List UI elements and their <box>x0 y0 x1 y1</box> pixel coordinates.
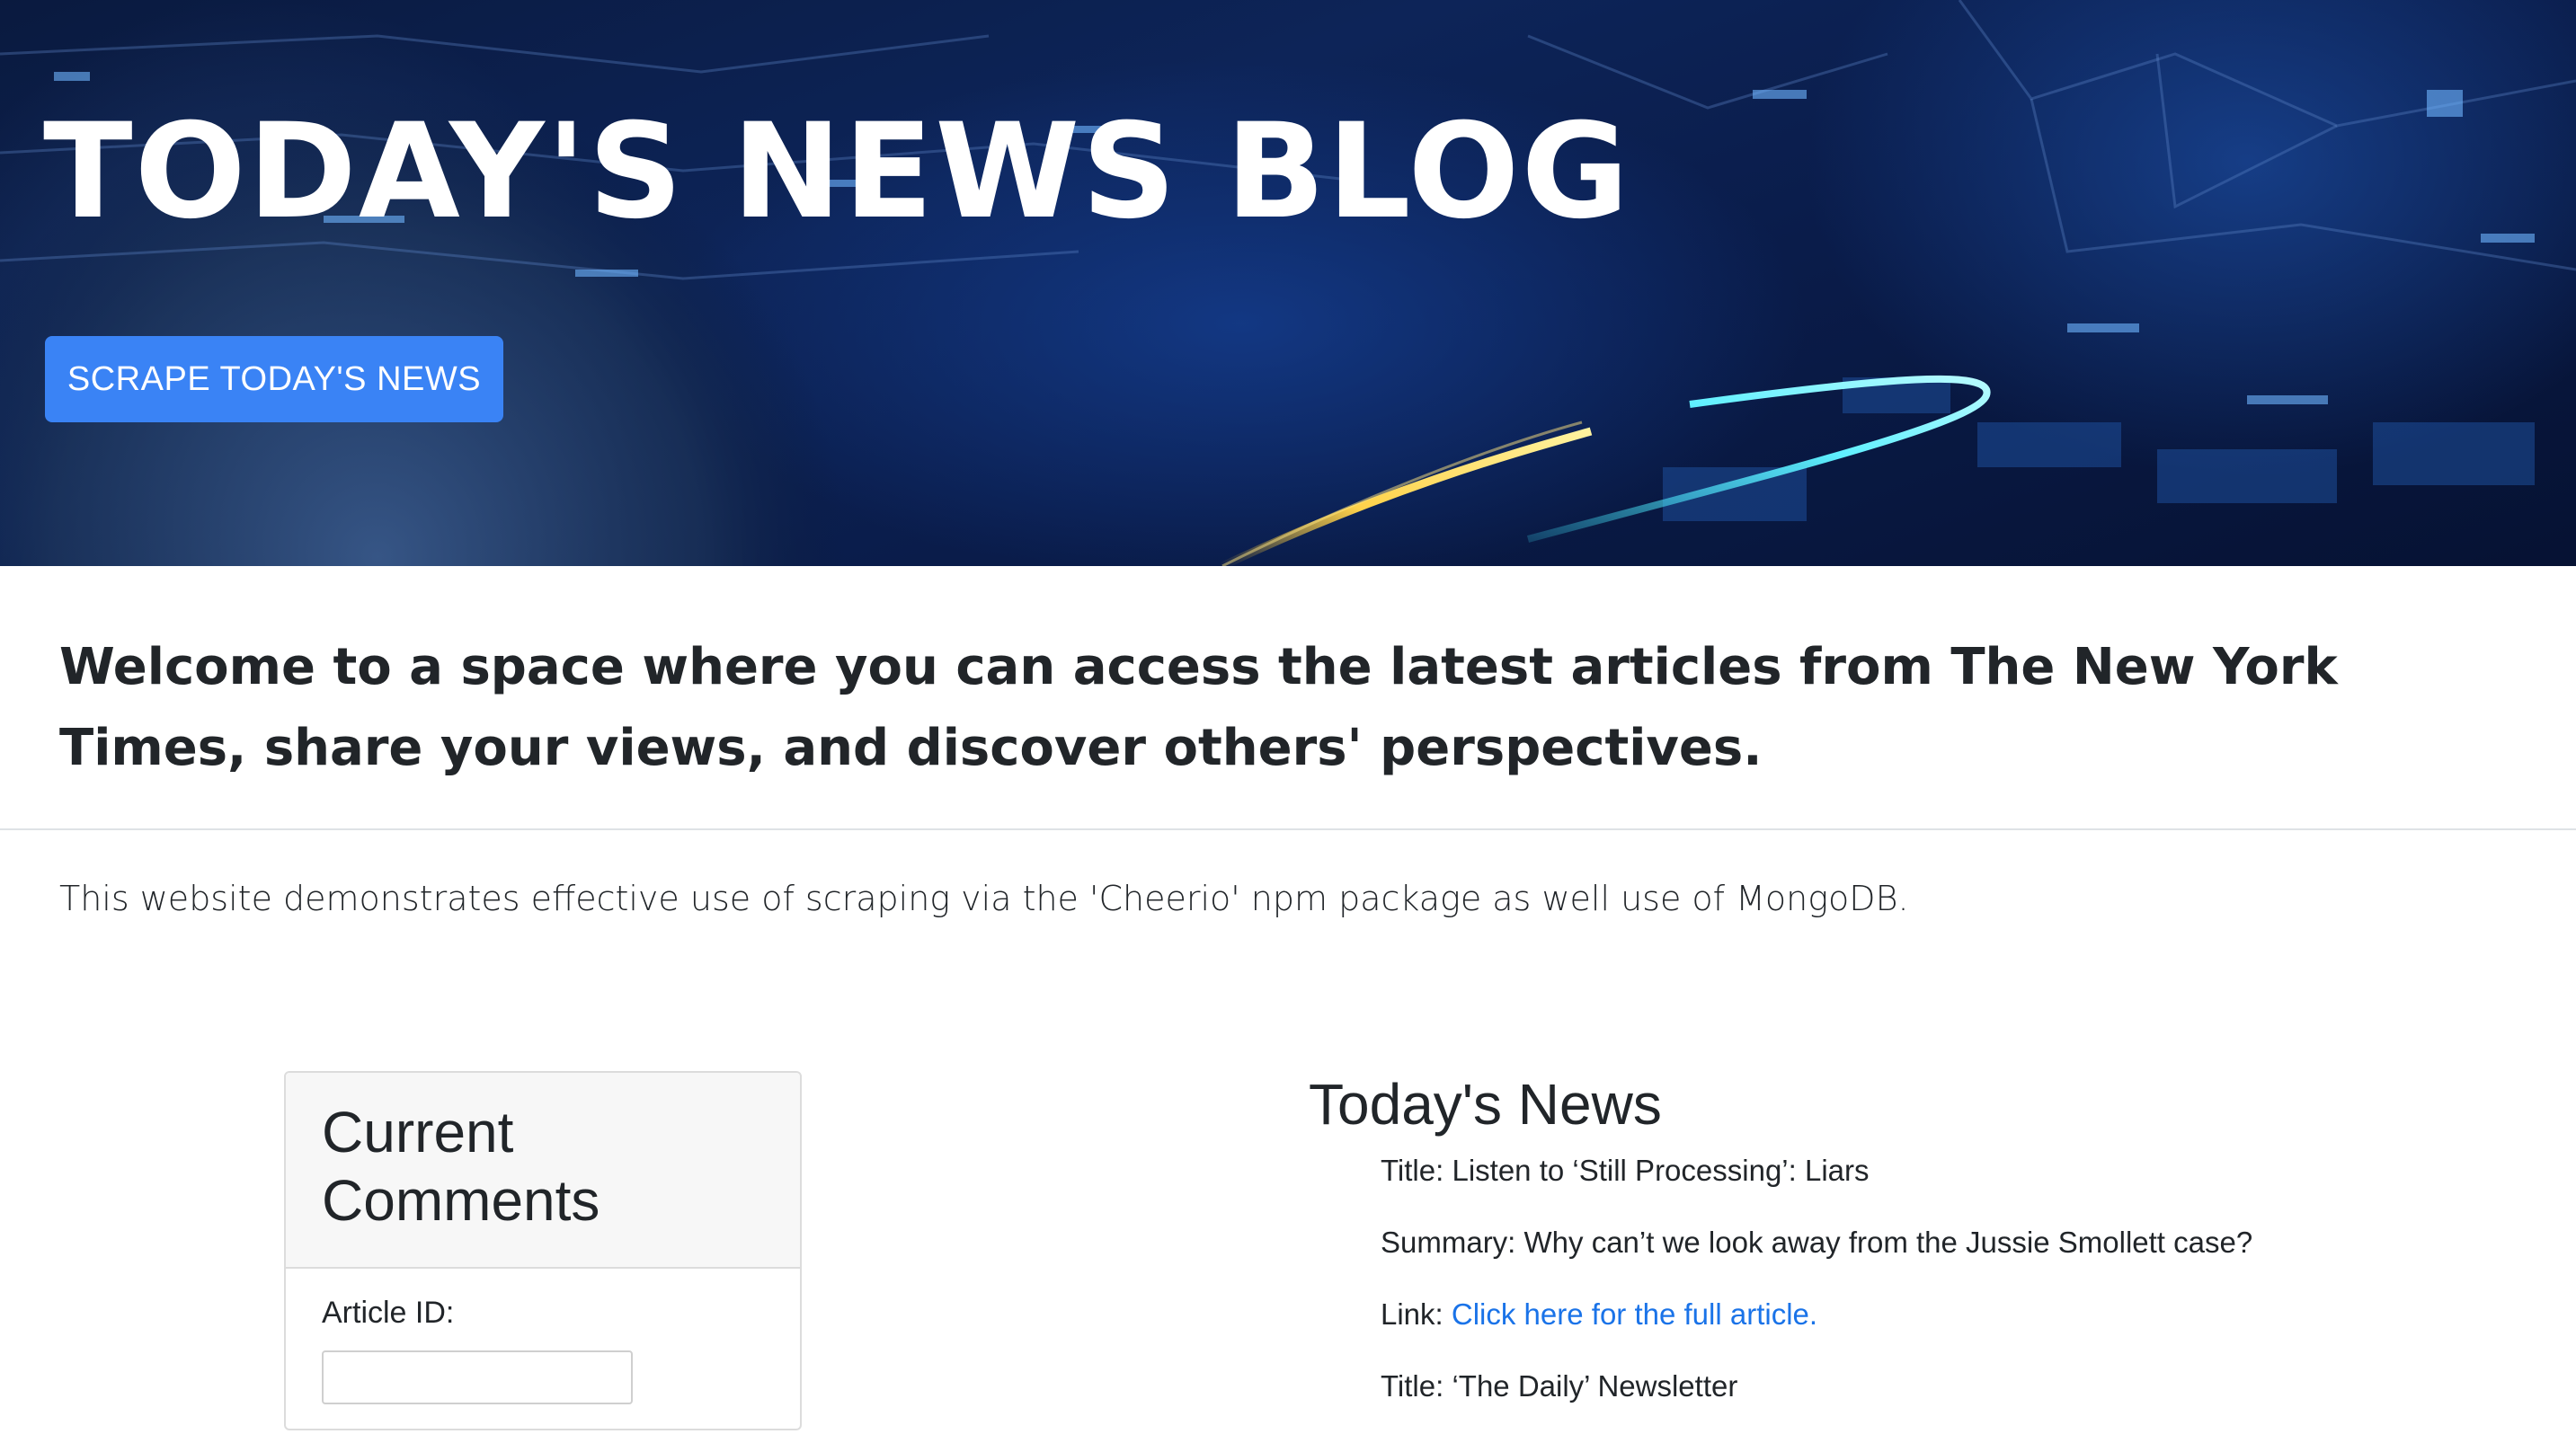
todays-news-heading: Today's News <box>1309 1072 1662 1137</box>
article-id-label: Article ID: <box>322 1296 455 1330</box>
section-divider <box>0 828 2576 830</box>
current-comments-card: Current Comments Article ID: <box>284 1071 802 1430</box>
hero-background-image <box>0 0 2576 566</box>
article-link-line: Link: Click here for the full article. <box>1381 1299 2549 1330</box>
site-description: This website demonstrates effective use … <box>59 879 1909 918</box>
article-summary: Why can’t we look away from the Jussie S… <box>1523 1226 2253 1259</box>
card-body: Article ID: <box>286 1269 800 1404</box>
article-title-label: Title: <box>1381 1154 1444 1187</box>
news-article: Title: ‘The Daily’ Newsletter <box>1381 1371 2549 1402</box>
hero-banner: TODAY'S NEWS BLOG SCRAPE TODAY'S NEWS <box>0 0 2576 566</box>
full-article-link[interactable]: Click here for the full article. <box>1452 1297 1817 1331</box>
article-summary-label: Summary: <box>1381 1226 1516 1259</box>
card-header: Current Comments <box>286 1073 800 1269</box>
article-title-line: Title: ‘The Daily’ Newsletter <box>1381 1371 2549 1402</box>
current-comments-title: Current Comments <box>322 1100 600 1233</box>
article-title-label: Title: <box>1381 1369 1444 1403</box>
scrape-news-button[interactable]: SCRAPE TODAY'S NEWS <box>45 336 503 422</box>
article-id-input[interactable] <box>322 1350 633 1404</box>
welcome-heading: Welcome to a space where you can access … <box>59 638 2338 777</box>
article-title: ‘The Daily’ Newsletter <box>1452 1369 1738 1403</box>
article-title: Listen to ‘Still Processing’: Liars <box>1452 1154 1870 1187</box>
article-summary-line: Summary: Why can’t we look away from the… <box>1381 1227 2549 1258</box>
news-list: Title: Listen to ‘Still Processing’: Lia… <box>1381 1155 2549 1443</box>
article-title-line: Title: Listen to ‘Still Processing’: Lia… <box>1381 1155 2549 1186</box>
article-link-label: Link: <box>1381 1297 1443 1331</box>
site-title: TODAY'S NEWS BLOG <box>43 95 1631 248</box>
news-article: Title: Listen to ‘Still Processing’: Lia… <box>1381 1155 2549 1330</box>
